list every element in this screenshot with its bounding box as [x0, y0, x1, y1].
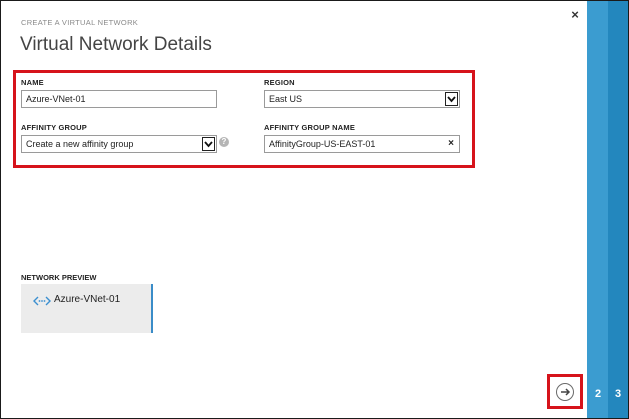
arrow-right-icon: [561, 388, 571, 396]
affinity-group-name-label: AFFINITY GROUP NAME: [264, 123, 356, 132]
region-label: REGION: [264, 78, 295, 87]
create-vnet-dialog: × CREATE A VIRTUAL NETWORK Virtual Netwo…: [0, 0, 629, 419]
affinity-group-label: AFFINITY GROUP: [21, 123, 87, 132]
affinity-group-select-value: Create a new affinity group: [26, 139, 134, 149]
name-label: NAME: [21, 78, 44, 87]
form-highlight: [13, 70, 475, 168]
region-select-value: East US: [269, 94, 303, 104]
network-preview-tile: Azure-VNet-01: [21, 284, 153, 333]
step-2-label: 2: [594, 388, 602, 400]
step-3-panel[interactable]: 3: [608, 1, 628, 418]
affinity-group-name-input[interactable]: AffinityGroup-US-EAST-01 ×: [264, 135, 460, 153]
wizard-steps: 2 3: [587, 1, 628, 418]
clear-icon[interactable]: ×: [448, 136, 454, 152]
name-input-value: Azure-VNet-01: [26, 94, 86, 104]
page-title: Virtual Network Details: [20, 34, 212, 55]
chevron-down-icon[interactable]: [202, 137, 215, 151]
help-icon[interactable]: ?: [219, 137, 229, 147]
region-select[interactable]: East US: [264, 90, 460, 108]
affinity-group-select[interactable]: Create a new affinity group: [21, 135, 217, 153]
name-input[interactable]: Azure-VNet-01: [21, 90, 217, 108]
step-3-label: 3: [614, 388, 622, 400]
network-preview-name: Azure-VNet-01: [54, 294, 121, 305]
wizard-eyebrow: CREATE A VIRTUAL NETWORK: [21, 18, 139, 27]
next-button[interactable]: [556, 383, 574, 401]
step-2-panel[interactable]: 2: [587, 1, 608, 418]
chevron-down-icon[interactable]: [445, 92, 458, 106]
virtual-network-icon: [33, 294, 51, 312]
next-highlight: [547, 374, 583, 409]
network-preview-label: NETWORK PREVIEW: [21, 273, 97, 282]
affinity-group-name-value: AffinityGroup-US-EAST-01: [269, 139, 376, 149]
close-icon[interactable]: ×: [567, 7, 583, 23]
